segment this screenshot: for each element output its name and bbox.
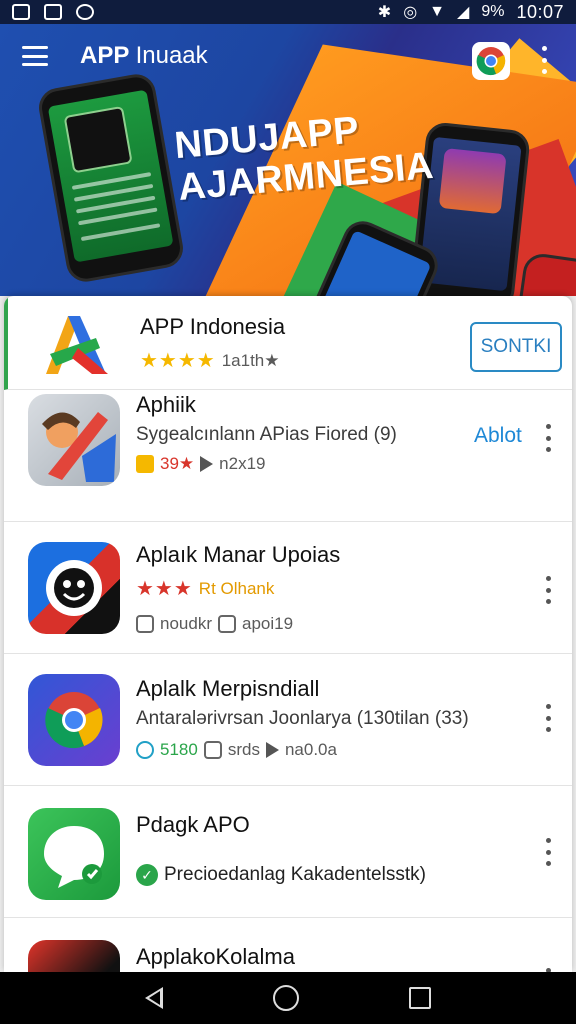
smiley-app-icon	[28, 542, 120, 634]
battery-level: 9%	[481, 3, 505, 20]
category-badge-icon	[136, 455, 154, 473]
app-title-bold: APP	[80, 42, 129, 69]
app-meta: noudkr apoi19	[136, 614, 293, 634]
app-meta-badge: 5180	[160, 740, 198, 759]
aphiik-app-icon	[28, 394, 120, 486]
bluetooth-icon: ✱	[377, 4, 392, 21]
app-title: APP Inuaak	[80, 42, 208, 70]
featured-stars: ★★★★	[140, 350, 216, 372]
message-icon	[44, 4, 62, 20]
row-overflow-icon[interactable]	[544, 576, 552, 604]
time-icon	[136, 741, 154, 759]
signal-icon: ◢	[457, 4, 470, 21]
screen: ✱ ◎ ▼ ◢ 9% 10:07 NDUJAPP AJARMNESIA APP …	[0, 0, 576, 1024]
play-icon	[200, 456, 214, 472]
app-verified-description: ✓ Precioedanlag Kakadentelsstk)	[136, 864, 426, 886]
system-nav-bar	[0, 972, 576, 1024]
home-icon[interactable]	[273, 985, 299, 1011]
overflow-menu-icon[interactable]	[540, 46, 548, 74]
list-item[interactable]: Aplalk Merpisndiall Antaralərivrsan Joon…	[4, 654, 572, 786]
back-icon[interactable]	[145, 987, 163, 1009]
app-meta-text1: srds	[227, 740, 260, 759]
featured-app-name: APP Indonesia	[140, 314, 286, 339]
wifi-icon: ▼	[429, 3, 446, 20]
app-action-link[interactable]: Ablot	[474, 424, 522, 448]
partial-app-icon	[28, 940, 120, 972]
list-item[interactable]: ApplakoKolalma	[4, 918, 572, 972]
list-item[interactable]: Aplaık Manar Upoias ★★★ Rt Olhank noudkr…	[4, 522, 572, 654]
app-meta-text2: na0.0a	[284, 740, 337, 759]
app-indonesia-logo-icon	[38, 308, 112, 382]
featured-install-button[interactable]: SONTKI	[470, 322, 562, 372]
app-meta-text1: noudkr	[160, 614, 212, 633]
chrome-style-app-icon	[28, 674, 120, 766]
app-bar: APP Inuaak	[0, 24, 576, 88]
row-overflow-icon[interactable]	[544, 424, 552, 452]
app-rating-text: Rt Olhank	[198, 578, 275, 598]
list-item[interactable]: Pdagk APO ✓ Precioedanlag Kakadentelsstk…	[4, 786, 572, 918]
status-bar: ✱ ◎ ▼ ◢ 9% 10:07	[0, 0, 576, 24]
featured-app-card[interactable]: APP Indonesia ★★★★ 1a1th★ SONTKI	[4, 296, 572, 390]
app-title-thin: Inuaak	[135, 42, 208, 69]
hero-phone-left	[35, 71, 187, 285]
chat-app-icon	[28, 808, 120, 900]
app-meta-text: n2x19	[219, 454, 266, 473]
app-description: Antaralərivrsan Joonlarya (130tilan (33)	[136, 708, 469, 729]
app-list: APP Indonesia ★★★★ 1a1th★ SONTKI Aphiik …	[4, 296, 572, 972]
app-description: Precioedanlag Kakadentelsstk)	[164, 864, 426, 885]
app-name: Aplaık Manar Upoias	[136, 542, 341, 567]
grid-icon	[203, 741, 222, 759]
alarm-icon: ◎	[403, 4, 418, 21]
list-item[interactable]: Aphiik Sygealcınlann APias Fiored (9) 39…	[4, 390, 572, 522]
row-overflow-icon[interactable]	[544, 704, 552, 732]
recents-icon[interactable]	[409, 987, 431, 1009]
play-icon	[265, 742, 279, 758]
verified-check-icon: ✓	[136, 864, 158, 886]
clock: 10:07	[516, 1, 564, 22]
notification-icon	[12, 4, 30, 20]
featured-rating-text: 1a1th★	[221, 350, 280, 370]
hero-banner[interactable]: NDUJAPP AJARMNESIA APP Inuaak	[0, 24, 576, 296]
app-name: Pdagk APO	[136, 812, 250, 837]
grid-icon	[217, 615, 236, 633]
menu-icon[interactable]	[22, 46, 48, 66]
app-name: Aplalk Merpisndiall	[136, 676, 320, 701]
app-name: Aphiik	[136, 392, 196, 417]
app-meta: 39★ n2x19	[136, 454, 265, 474]
app-meta-badge: 39★	[160, 454, 195, 473]
app-meta: 5180 srds na0.0a	[136, 740, 337, 760]
app-name: ApplakoKolalma	[136, 944, 295, 969]
app-description: Sygealcınlann APias Fiored (9)	[136, 424, 397, 445]
sync-icon	[76, 4, 94, 20]
app-meta-text2: apoi19	[241, 614, 294, 633]
featured-app-rating: ★★★★ 1a1th★	[140, 348, 280, 373]
chrome-icon[interactable]	[472, 42, 510, 80]
app-stars: ★★★	[136, 578, 193, 600]
row-overflow-icon[interactable]	[544, 838, 552, 866]
app-rating: ★★★ Rt Olhank	[136, 576, 274, 601]
social-icon	[136, 615, 154, 633]
